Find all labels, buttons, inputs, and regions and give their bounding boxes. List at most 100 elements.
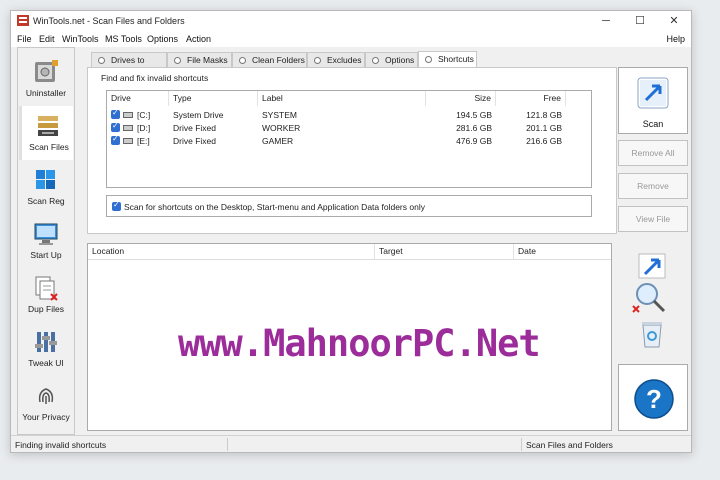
help-glyph: ? (646, 384, 662, 414)
dup-files-icon (35, 276, 58, 301)
tab-label: Excludes (327, 55, 362, 65)
maximize-button[interactable]: ☐ (623, 11, 657, 31)
tab-drives-to-scan[interactable]: Drives to Scan (91, 52, 167, 80)
table-row[interactable]: [D:] Drive Fixed WORKER 281.6 GB 201.1 G… (107, 121, 591, 135)
remove-all-button[interactable]: Remove All (618, 140, 688, 166)
uninstaller-icon (35, 60, 58, 82)
recycle-bin-icon (642, 322, 662, 348)
shortcut-scan-icon (637, 77, 669, 109)
drive-cell: [E:] (137, 136, 150, 146)
drive-icon (123, 125, 133, 131)
status-message: Finding invalid shortcuts (15, 440, 107, 450)
sidebar-item-dup-files[interactable]: Dup Files (19, 268, 73, 322)
app-logo-icon (17, 15, 29, 26)
sidebar-item-label: Start Up (30, 250, 62, 260)
drive-icon (123, 112, 133, 118)
sidebar-item-label: Dup Files (28, 304, 64, 314)
tab-label: Clean Folders (252, 55, 305, 65)
tab-shortcuts[interactable]: Shortcuts (418, 51, 477, 68)
tab-options[interactable]: Options (365, 52, 418, 68)
scan-option-box: Scan for shortcuts on the Desktop, Start… (106, 195, 592, 217)
menu-options[interactable]: Options (147, 34, 178, 44)
minimize-button[interactable]: ─ (589, 11, 623, 31)
free-cell: 216.6 GB (526, 136, 562, 146)
scan-button-label: Scan (642, 119, 664, 129)
tab-radio-icon (98, 57, 105, 64)
window-title: WinTools.net - Scan Files and Folders (33, 16, 185, 26)
tab-radio-icon (425, 56, 432, 63)
menu-edit[interactable]: Edit (39, 34, 55, 44)
drive-cell: [C:] (137, 110, 151, 120)
sidebar-item-label: Scan Reg (27, 196, 65, 206)
column-header-date[interactable]: Date (514, 244, 612, 259)
tab-file-masks[interactable]: File Masks (167, 52, 232, 68)
status-bar: Finding invalid shortcuts Scan Files and… (11, 435, 691, 452)
sidebar-item-scan-files[interactable]: Scan Files (19, 106, 73, 160)
tab-radio-icon (314, 57, 321, 64)
drive-checkbox[interactable] (111, 108, 120, 119)
scan-files-icon (38, 116, 58, 136)
menu-help[interactable]: Help (666, 34, 685, 44)
menu-bar: File Edit WinTools MS Tools Options Acti… (11, 31, 691, 47)
status-module: Scan Files and Folders (526, 440, 613, 450)
size-cell: 281.6 GB (456, 123, 492, 133)
help-icon: ? (634, 379, 674, 419)
menu-wintools[interactable]: WinTools (62, 34, 99, 44)
sidebar-item-scan-reg[interactable]: Scan Reg (19, 160, 73, 214)
scan-option-checkbox[interactable] (112, 200, 121, 211)
free-cell: 121.8 GB (526, 110, 562, 120)
tab-radio-icon (239, 57, 246, 64)
sidebar-item-your-privacy[interactable]: Your Privacy (19, 376, 73, 430)
tab-excludes[interactable]: Excludes (307, 52, 365, 68)
sidebar-item-label: Your Privacy (22, 412, 70, 422)
status-divider (227, 438, 228, 451)
sidebar-item-tweak-ui[interactable]: Tweak UI (19, 322, 73, 376)
column-header-label[interactable]: Label (258, 91, 426, 106)
drive-checkbox[interactable] (111, 134, 120, 145)
scan-reg-icon (36, 170, 55, 189)
column-header-target[interactable]: Target (375, 244, 514, 259)
tab-label: Options (385, 55, 415, 65)
view-file-button[interactable]: View File (618, 206, 688, 232)
sidebar-item-label: Tweak UI (28, 358, 64, 368)
type-cell: Drive Fixed (173, 123, 216, 133)
column-header-location[interactable]: Location (88, 244, 375, 259)
menu-ms-tools[interactable]: MS Tools (105, 34, 142, 44)
drive-icon (123, 138, 133, 144)
tab-label: File Masks (187, 55, 228, 65)
tab-clean-folders[interactable]: Clean Folders (232, 52, 307, 68)
column-header-drive[interactable]: Drive (107, 91, 169, 106)
remove-button[interactable]: Remove (618, 173, 688, 199)
watermark-text: www.MahnoorPC.Net (178, 322, 541, 365)
sidebar-item-label: Scan Files (29, 142, 69, 152)
label-cell: GAMER (262, 136, 294, 146)
column-header-free[interactable]: Free (496, 91, 566, 106)
label-cell: WORKER (262, 123, 301, 133)
drive-list: Drive Type Label Size Free [C:] System D… (106, 90, 592, 188)
menu-action[interactable]: Action (186, 34, 211, 44)
label-cell: SYSTEM (262, 110, 297, 120)
tweak-ui-icon (35, 332, 57, 352)
column-header-type[interactable]: Type (169, 91, 258, 106)
magnifier-icon (632, 283, 666, 313)
table-row[interactable]: [C:] System Drive SYSTEM 194.5 GB 121.8 … (107, 108, 591, 122)
sidebar-item-start-up[interactable]: Start Up (19, 214, 73, 268)
scan-button[interactable]: Scan (618, 67, 688, 134)
size-cell: 476.9 GB (456, 136, 492, 146)
drive-checkbox[interactable] (111, 121, 120, 132)
column-header-size[interactable]: Size (426, 91, 496, 106)
scan-option-label: Scan for shortcuts on the Desktop, Start… (124, 202, 425, 212)
tab-label: Shortcuts (438, 54, 474, 64)
close-button[interactable]: ✕ (657, 11, 691, 31)
table-row[interactable]: [E:] Drive Fixed GAMER 476.9 GB 216.6 GB (107, 134, 591, 148)
drive-cell: [D:] (137, 123, 151, 133)
help-button[interactable]: ? (618, 364, 688, 431)
free-cell: 201.1 GB (526, 123, 562, 133)
start-up-icon (34, 223, 58, 245)
type-cell: System Drive (173, 110, 224, 120)
tab-radio-icon (372, 57, 379, 64)
sidebar-item-label: Uninstaller (25, 88, 67, 98)
menu-file[interactable]: File (17, 34, 32, 44)
sidebar-item-uninstaller[interactable]: Uninstaller (19, 52, 73, 106)
shortcut-arrow-icon (638, 253, 666, 279)
